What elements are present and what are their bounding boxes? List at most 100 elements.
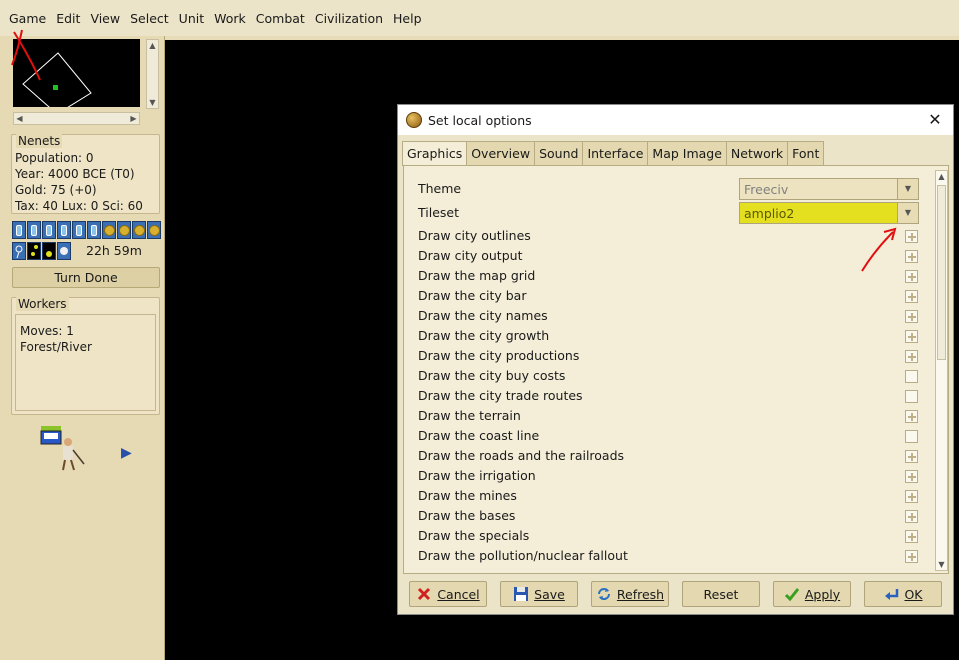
option-checkbox[interactable]	[905, 290, 918, 303]
option-label: Draw the mines	[418, 488, 517, 503]
science-icon[interactable]	[72, 221, 86, 239]
tab-sound[interactable]: Sound	[534, 141, 584, 165]
scroll-down-icon[interactable]: ▼	[147, 97, 158, 108]
science-icon[interactable]	[57, 221, 71, 239]
reset-button[interactable]: Reset	[682, 581, 760, 607]
scroll-down-icon[interactable]: ▼	[936, 559, 947, 570]
menu-game[interactable]: Game	[4, 11, 51, 26]
minimap-view-icon	[22, 52, 92, 115]
save-button[interactable]: Save	[500, 581, 578, 607]
floppy-disk-icon	[514, 587, 529, 601]
apply-label: Apply	[804, 586, 841, 602]
tab-font[interactable]: Font	[787, 141, 825, 165]
menu-help[interactable]: Help	[388, 11, 427, 26]
left-panel: ▲ ▼ ◀ ▶ Nenets Population: 0 Year: 4000 …	[0, 36, 165, 660]
refresh-label: Refresh	[616, 586, 665, 602]
option-checkbox[interactable]	[905, 370, 918, 383]
option-label: Draw the roads and the railroads	[418, 448, 625, 463]
menu-select[interactable]: Select	[125, 11, 174, 26]
scroll-up-icon[interactable]: ▲	[936, 171, 947, 182]
tab-map-image[interactable]: Map Image	[647, 141, 727, 165]
options-tabs: Graphics Overview Sound Interface Map Im…	[402, 141, 825, 166]
option-checkbox[interactable]	[905, 230, 918, 243]
turn-done-button[interactable]: Turn Done	[12, 267, 160, 288]
chevron-down-icon[interactable]: ▼	[897, 202, 919, 224]
option-checkbox[interactable]	[905, 310, 918, 323]
tab-interface[interactable]: Interface	[582, 141, 649, 165]
cancel-button[interactable]: Cancel	[409, 581, 487, 607]
unit-info-group: Workers Moves: 1 Forest/River	[11, 297, 160, 415]
scrollbar-thumb[interactable]	[937, 185, 946, 360]
ok-label: OK	[904, 586, 923, 602]
menu-edit[interactable]: Edit	[51, 11, 85, 26]
ok-button[interactable]: OK	[864, 581, 942, 607]
government-icon	[57, 242, 71, 260]
option-checkbox[interactable]	[905, 330, 918, 343]
theme-select[interactable]: Freeciv ▼	[739, 178, 919, 200]
save-label: Save	[534, 586, 565, 602]
science-icon[interactable]	[42, 221, 56, 239]
science-icon[interactable]	[12, 221, 26, 239]
close-icon[interactable]: ✕	[925, 110, 945, 129]
worker-unit-icon[interactable]	[38, 424, 88, 472]
gold-coin-icon[interactable]	[102, 221, 116, 239]
option-label: Draw the bases	[418, 508, 516, 523]
minimap[interactable]	[13, 39, 140, 115]
option-checkbox[interactable]	[905, 250, 918, 263]
dialog-button-bar: Cancel Save Refresh Reset Apply OK	[402, 579, 950, 609]
science-icon[interactable]	[27, 221, 41, 239]
tax-rates-row[interactable]	[12, 221, 161, 239]
scroll-up-icon[interactable]: ▲	[147, 40, 158, 51]
option-label: Draw the terrain	[418, 408, 521, 423]
reset-label: Reset	[703, 586, 739, 602]
chevron-down-icon[interactable]: ▼	[897, 178, 919, 200]
apply-button[interactable]: Apply	[773, 581, 851, 607]
option-checkbox[interactable]	[905, 270, 918, 283]
option-label: Draw the city names	[418, 308, 548, 323]
option-checkbox[interactable]	[905, 470, 918, 483]
minimap-vertical-scrollbar[interactable]: ▲ ▼	[146, 39, 159, 109]
tab-graphics[interactable]: Graphics	[402, 141, 468, 166]
option-checkbox[interactable]	[905, 430, 918, 443]
menu-unit[interactable]: Unit	[174, 11, 209, 26]
option-label: Draw the map grid	[418, 268, 536, 283]
option-checkbox[interactable]	[905, 550, 918, 563]
next-unit-arrow-icon[interactable]: ▶	[121, 445, 132, 461]
option-checkbox[interactable]	[905, 350, 918, 363]
nuclear-winter-icon	[42, 242, 56, 260]
gold-coin-icon[interactable]	[117, 221, 131, 239]
unit-moves: Moves: 1	[20, 324, 74, 338]
population-label: Population: 0	[15, 151, 94, 165]
menu-civilization[interactable]: Civilization	[310, 11, 388, 26]
year-label: Year: 4000 BCE (T0)	[15, 167, 135, 181]
tab-overview[interactable]: Overview	[466, 141, 536, 165]
tileset-value: amplio2	[744, 206, 795, 221]
gold-coin-icon[interactable]	[132, 221, 146, 239]
theme-value: Freeciv	[744, 182, 789, 197]
minimap-horizontal-scrollbar[interactable]: ◀ ▶	[13, 112, 140, 125]
return-arrow-icon	[885, 589, 899, 600]
menu-combat[interactable]: Combat	[251, 11, 310, 26]
gold-label: Gold: 75 (+0)	[15, 183, 97, 197]
option-label: Draw the irrigation	[418, 468, 536, 483]
dialog-title: Set local options	[428, 112, 532, 128]
local-options-dialog: Set local options ✕ Graphics Overview So…	[397, 104, 954, 615]
option-checkbox[interactable]	[905, 490, 918, 503]
option-checkbox[interactable]	[905, 510, 918, 523]
tab-network[interactable]: Network	[725, 141, 789, 165]
menu-work[interactable]: Work	[209, 11, 251, 26]
science-icon[interactable]	[87, 221, 101, 239]
option-checkbox[interactable]	[905, 410, 918, 423]
tileset-select[interactable]: amplio2 ▼	[739, 202, 919, 224]
gold-coin-icon[interactable]	[147, 221, 161, 239]
menu-view[interactable]: View	[85, 11, 125, 26]
option-label: Draw the coast line	[418, 428, 540, 443]
options-scrollbar[interactable]: ▲ ▼	[935, 170, 948, 571]
scroll-right-icon[interactable]: ▶	[128, 113, 139, 124]
option-checkbox[interactable]	[905, 450, 918, 463]
unit-type-title: Workers	[16, 297, 69, 311]
scroll-left-icon[interactable]: ◀	[14, 113, 25, 124]
option-checkbox[interactable]	[905, 390, 918, 403]
option-checkbox[interactable]	[905, 530, 918, 543]
refresh-button[interactable]: Refresh	[591, 581, 669, 607]
